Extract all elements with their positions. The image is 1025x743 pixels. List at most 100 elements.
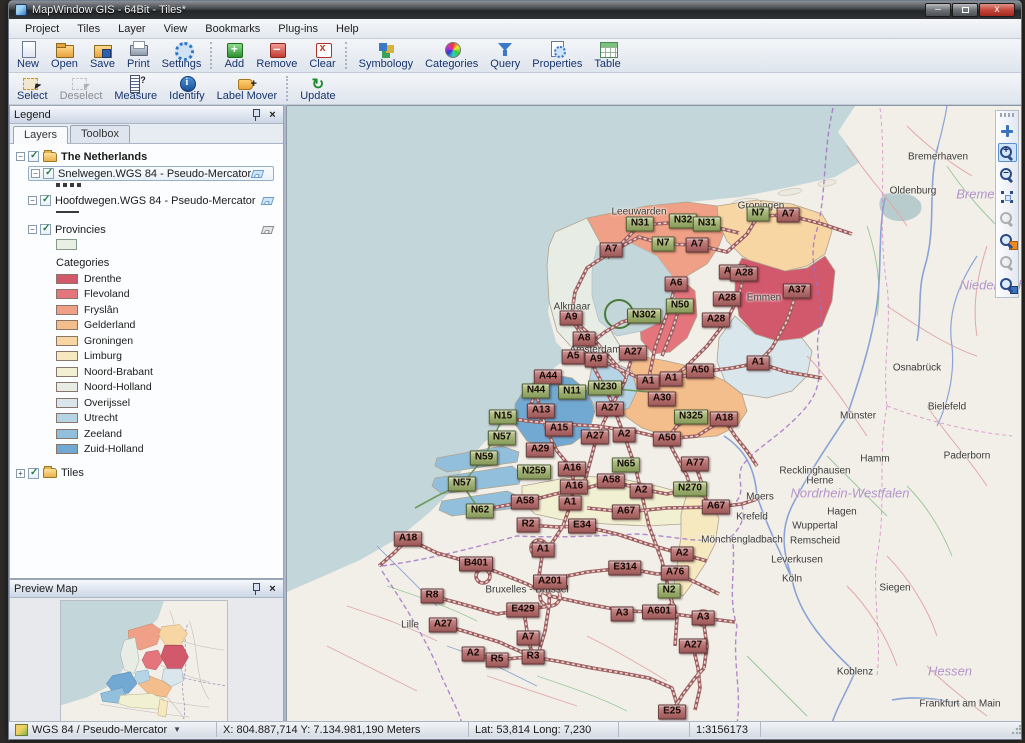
city-label: Leverkusen [771,555,823,566]
label-tag-icon[interactable] [251,170,265,178]
category-swatch [56,367,78,377]
map-tool-button[interactable] [998,209,1017,228]
road-shield: E429 [506,603,539,618]
toolbar-button[interactable]: Select [11,74,54,103]
city-label: Krefeld [736,512,768,523]
category-item[interactable]: Noord-Holland [56,381,283,394]
road-shield: A77 [681,457,709,472]
toolbar-button[interactable]: Settings [156,40,208,71]
tree-layer-hoofdwegen[interactable]: − Hoofdwegen.WGS 84 - Pseudo-Mercator [28,193,283,208]
category-item[interactable]: Flevoland [56,288,283,301]
tree-group-netherlands[interactable]: − The Netherlands [16,149,283,164]
menu-item[interactable]: Project [17,21,67,37]
map-tool-button[interactable] [998,231,1017,250]
menu-item[interactable]: Plug-ins [270,21,326,37]
map-tool-button[interactable] [998,143,1017,162]
close-icon[interactable]: × [266,108,279,122]
toolbar-button[interactable]: Clear [303,40,341,71]
checkbox-tiles[interactable] [28,468,39,479]
map-tool-button[interactable] [998,187,1017,206]
map-tool-button[interactable] [998,275,1017,294]
menu-item[interactable]: View [156,21,196,37]
tree-group-tiles[interactable]: + Tiles [16,466,283,481]
tree-layer-snelwegen[interactable]: − Snelwegen.WGS 84 - Pseudo-Mercator [28,166,274,181]
close-icon[interactable]: × [266,582,279,596]
projection-selector[interactable]: WGS 84 / Pseudo-Mercator ▼ [9,722,217,737]
tree-layer-provincies[interactable]: − Provincies [28,222,283,237]
road-shield: E34 [568,519,596,534]
close-button[interactable]: x [979,3,1015,17]
legend-tab[interactable]: Layers [13,126,68,144]
collapse-icon[interactable]: − [31,169,40,178]
city-label: Emmen [747,293,781,304]
label-tag-icon[interactable] [261,197,275,205]
city-label: Paderborn [944,451,991,462]
menu-item[interactable]: Help [328,21,367,37]
menu-item[interactable]: Tiles [69,21,108,37]
collapse-icon[interactable]: − [28,196,37,205]
toolbar-button[interactable]: New [11,40,45,71]
city-label: Koblenz [837,667,873,678]
road-shield: N230 [588,381,622,396]
category-item[interactable]: Zuid-Holland [56,443,283,456]
checkbox-provincies[interactable] [40,224,51,235]
map-tool-button[interactable] [998,253,1017,272]
collapse-icon[interactable]: − [28,225,37,234]
toolbar-button[interactable]: Measure [108,74,163,103]
legend-tab[interactable]: Toolbox [70,125,130,143]
preview-map-image[interactable] [60,600,228,722]
road-shield: A27 [619,346,647,361]
toolbar-button[interactable]: Remove [250,40,303,71]
road-shield: A58 [597,474,625,489]
toolbar-button[interactable]: Identify [163,74,210,103]
toolbar-button[interactable]: Deselect [54,74,109,103]
category-item[interactable]: Gelderland [56,319,283,332]
road-shield: N65 [612,458,640,473]
pin-icon[interactable] [250,582,262,596]
toolbar-button[interactable]: Properties [526,40,588,71]
category-item[interactable]: Groningen [56,334,283,347]
map-tool-button[interactable] [998,121,1017,140]
category-item[interactable]: Utrecht [56,412,283,425]
map-tool-icon [999,211,1015,227]
latlong-readout: Lat: 53,814 Long: 7,230 [469,722,619,737]
road-shield: A1 [660,372,683,387]
checkbox-netherlands[interactable] [28,151,39,162]
toolbar-button[interactable]: Label Mover [211,74,284,103]
expand-icon[interactable]: + [16,469,25,478]
toolbar-button[interactable]: Open [45,40,84,71]
category-item[interactable]: Zeeland [56,427,283,440]
toolbar-icon [495,41,515,58]
toolbar-button[interactable]: Add [218,40,250,71]
toolbar-button[interactable]: Print [121,40,156,71]
menu-item[interactable]: Layer [110,21,154,37]
toolbar-button[interactable]: Query [484,40,526,71]
toolbar-grip[interactable] [1000,113,1014,117]
category-item[interactable]: Overijssel [56,396,283,409]
road-shield: A1 [532,543,555,558]
checkbox-hoofdwegen[interactable] [40,195,51,206]
toolbar-button[interactable]: Update [294,74,341,103]
maximize-button[interactable] [952,3,978,17]
road-shield: A18 [710,412,738,427]
checkbox-snelwegen[interactable] [43,168,54,179]
pin-icon[interactable] [250,108,262,122]
road-shield: A1 [559,496,582,511]
collapse-icon[interactable]: − [16,152,25,161]
category-item[interactable]: Noord-Brabant [56,365,283,378]
menu-item[interactable]: Bookmarks [197,21,268,37]
minimize-button[interactable]: – [925,3,951,17]
category-item[interactable]: Fryslân [56,303,283,316]
toolbar-button[interactable]: Categories [419,40,484,71]
category-item[interactable]: Drenthe [56,272,283,285]
category-item[interactable]: Limburg [56,350,283,363]
resize-grip[interactable] [1011,725,1021,735]
toolbar-button[interactable]: Save [84,40,121,71]
toolbar-icon [177,75,197,90]
legend-panel: Legend × LayersToolbox − The Netherlands [9,105,284,579]
toolbar-button[interactable]: Symbology [353,40,419,71]
label-tag-icon[interactable] [261,226,275,234]
map-tool-button[interactable] [998,165,1017,184]
map-canvas[interactable]: LeeuwardenGroningenAlkmaarAmsterdamEmmen… [286,105,1022,723]
toolbar-button[interactable]: Table [588,40,626,71]
